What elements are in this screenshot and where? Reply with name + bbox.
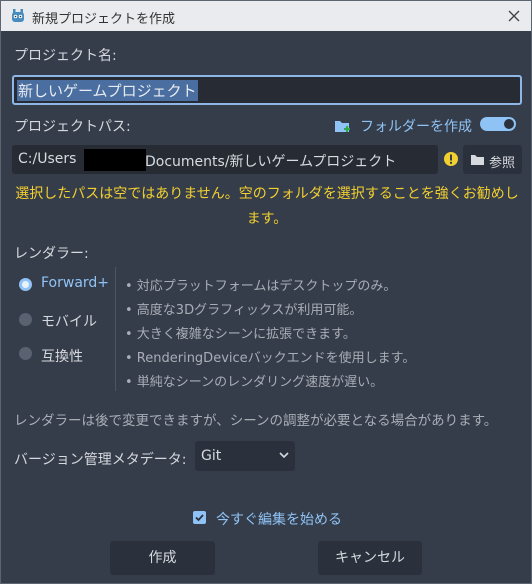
- create-folder-toggle[interactable]: [480, 117, 516, 131]
- renderer-feature-item: • 大きく複雑なシーンに拡張できます。: [125, 327, 356, 342]
- browse-button[interactable]: 参照: [463, 145, 522, 174]
- create-folder-label: フォルダーを作成: [360, 119, 472, 135]
- godot-app-icon: [12, 9, 24, 22]
- close-icon[interactable]: [503, 5, 525, 27]
- chevron-down-icon: [279, 452, 289, 459]
- vcs-selected-value: Git: [201, 448, 222, 464]
- window-title: 新規プロジェクトを作成: [32, 12, 176, 27]
- renderer-option-mobile[interactable]: モバイル: [41, 311, 97, 331]
- radio-mobile[interactable]: [19, 313, 32, 326]
- renderer-feature-item: • RenderingDeviceバックエンドを使用します。: [125, 351, 416, 366]
- redacted-username: [84, 149, 146, 171]
- project-name-value: 新しいゲームプロジェクト: [17, 80, 198, 101]
- renderer-feature-item: • 対応プラットフォームはデスクトップのみ。: [125, 279, 397, 294]
- title-bar: 新規プロジェクトを作成: [1, 1, 531, 31]
- edit-now-label[interactable]: 今すぐ編集を始める: [216, 509, 342, 529]
- project-name-input[interactable]: 新しいゲームプロジェクト: [12, 75, 522, 105]
- project-path-suffix: Documents/新しいゲームプロジェクト: [145, 154, 397, 170]
- radio-compatibility[interactable]: [19, 347, 32, 360]
- vcs-label: バージョン管理メタデータ:: [14, 452, 187, 468]
- renderer-feature-item: • 単純なシーンのレンダリング速度が遅い。: [125, 375, 384, 390]
- folder-icon: [471, 155, 484, 165]
- browse-label: 参照: [489, 156, 516, 171]
- renderer-divider: [115, 267, 116, 391]
- edit-now-checkbox[interactable]: [193, 511, 206, 524]
- renderer-option-forward-plus[interactable]: Forward+: [41, 275, 109, 291]
- checkmark-icon: [195, 514, 204, 522]
- path-warning-message: 選択したパスは空ではありません。空のフォルダを選択することを強くお勧めします。: [15, 186, 519, 227]
- project-name-label: プロジェクト名:: [14, 48, 117, 64]
- create-button[interactable]: 作成: [110, 541, 215, 575]
- project-path-input[interactable]: C:/Users Documents/新しいゲームプロジェクト: [12, 145, 438, 174]
- project-path-label: プロジェクトパス:: [14, 119, 131, 135]
- project-path-prefix: C:/Users: [18, 151, 77, 167]
- add-folder-icon: [335, 121, 350, 132]
- radio-forward-plus[interactable]: [19, 278, 32, 291]
- warning-icon: [444, 152, 458, 166]
- renderer-option-compatibility[interactable]: 互換性: [41, 346, 83, 366]
- vcs-select[interactable]: Git: [195, 441, 295, 471]
- create-folder-button[interactable]: フォルダーを作成: [334, 116, 472, 136]
- cancel-button[interactable]: キャンセル: [318, 541, 422, 575]
- renderer-note: レンダラーは後で変更できますが、シーンの調整が必要となる場合があります。: [14, 413, 498, 429]
- renderer-feature-item: • 高度な3Dグラフィックスが利用可能。: [125, 303, 363, 318]
- create-project-dialog: 新規プロジェクトを作成 プロジェクト名: 新しいゲームプロジェクト プロジェクト…: [0, 0, 532, 584]
- renderer-label: レンダラー:: [14, 246, 89, 262]
